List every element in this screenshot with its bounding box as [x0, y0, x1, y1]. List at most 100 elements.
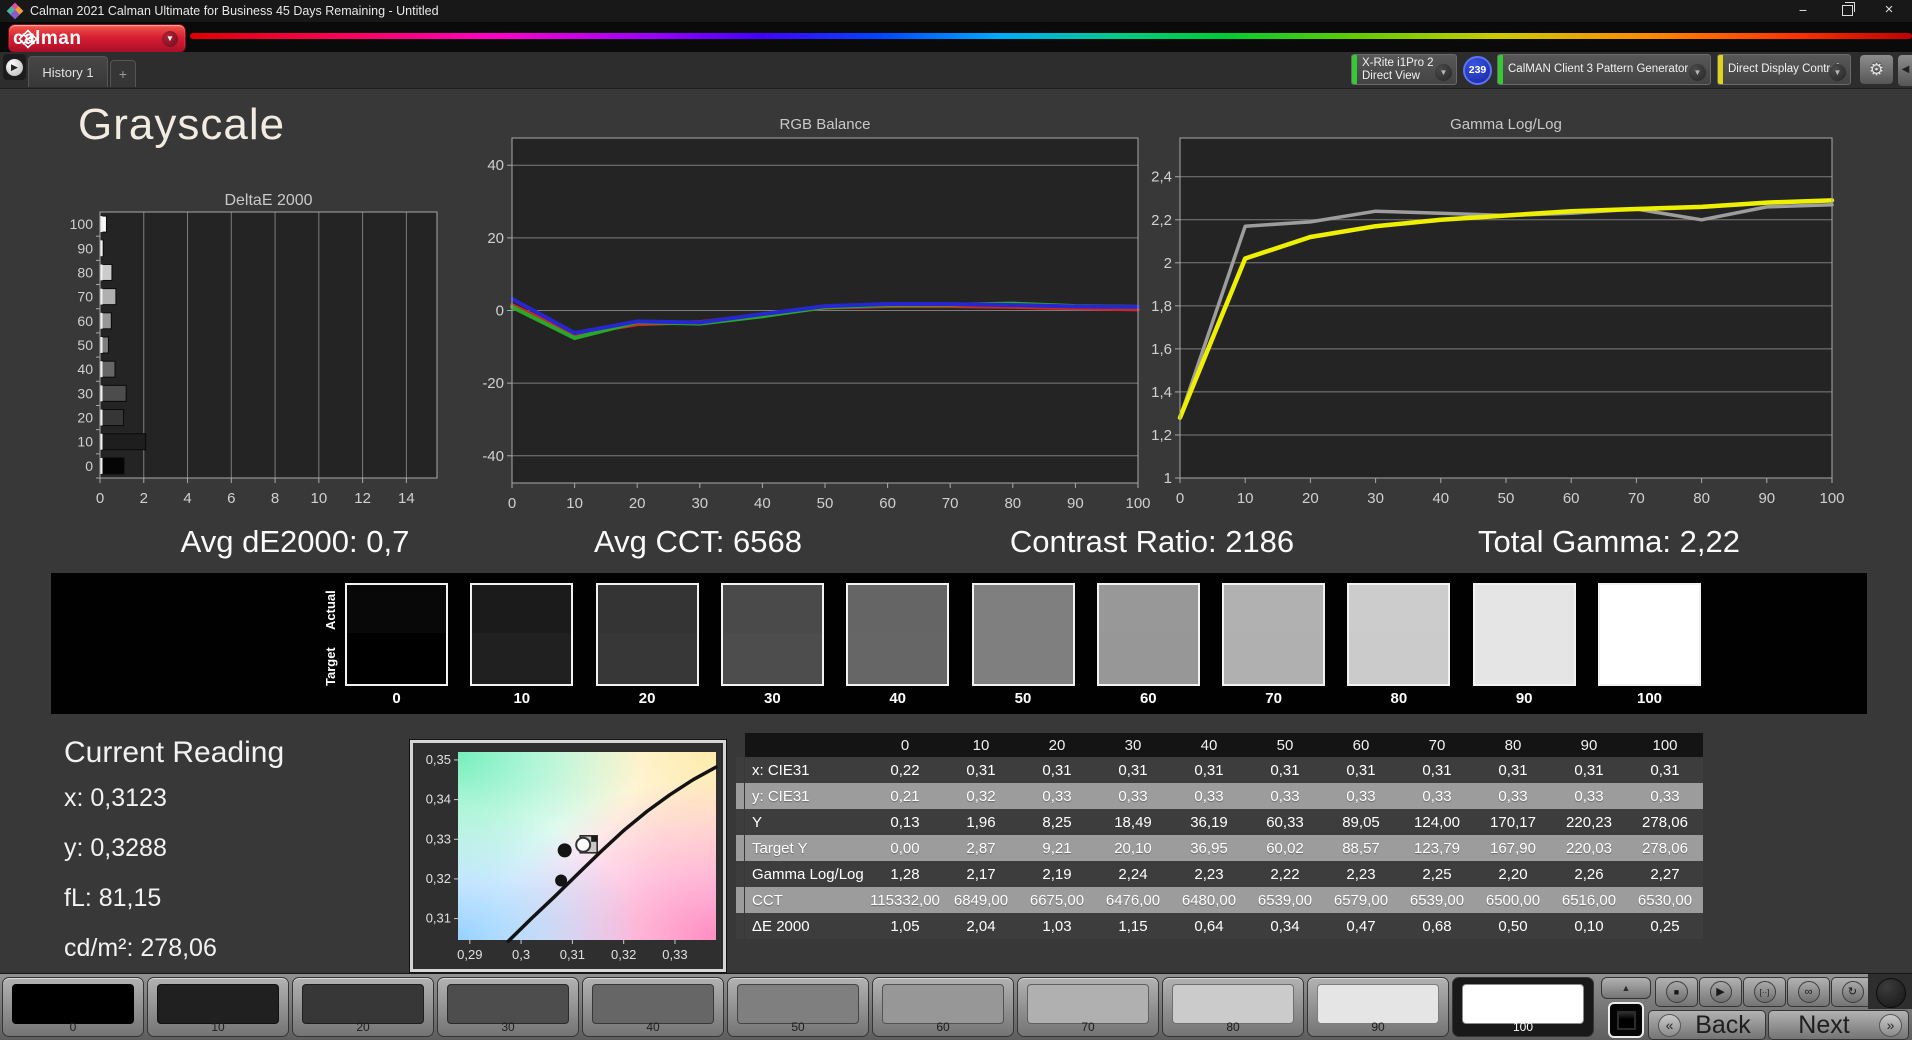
close-button[interactable]: × [1868, 0, 1910, 22]
tab-history-1[interactable]: History 1 [28, 56, 108, 87]
pattern-button-0[interactable]: 0 [2, 977, 144, 1037]
svg-text:70: 70 [77, 289, 93, 305]
calman-menu-button[interactable]: calman ▼ [8, 24, 186, 53]
gamma-log-log-line-chart: 2,4 2,2 2 1,8 1,6 1,4 1,2 10 10 20 30 40 50 60 70 80 90 1… [1151, 137, 1845, 507]
svg-text:50: 50 [817, 495, 834, 512]
swatch-level-label: 70 [1265, 690, 1282, 707]
stop-button[interactable]: ■ [1655, 977, 1698, 1007]
svg-text:0: 0 [85, 458, 93, 474]
svg-text:0,31: 0,31 [560, 947, 585, 962]
target-row-label: Target [323, 647, 338, 687]
pattern-label: 100 [1512, 1020, 1534, 1034]
pattern-generator-dropdown[interactable]: CalMAN Client 3 Pattern Generator ▼ [1497, 54, 1711, 85]
svg-text:40: 40 [754, 495, 771, 512]
step-button[interactable]: [··] [1743, 977, 1786, 1007]
table-cell: 1,03 [1042, 917, 1072, 935]
table-cell: 6516,00 [1561, 891, 1617, 909]
table-cell: 1,96 [966, 813, 996, 831]
meter-count-badge[interactable]: 239 [1463, 56, 1492, 85]
pattern-button-80[interactable]: 80 [1162, 977, 1304, 1037]
table-cell: 20,10 [1114, 839, 1152, 857]
column-header-60: 60 [1352, 736, 1370, 754]
table-row: CCT 115332,00 6849,00 6675,00 6476,00 6480,00… [745, 887, 1703, 913]
cie-chromaticity-chart: 0,35 0,34 0,33 0,32 0,31 0,29 0,3 0,31 0,32 0,33 [410, 740, 726, 972]
table-row: y: CIE31 0,21 0,32 0,33 0,33 0,33 0,33 0,33 0,33… [745, 783, 1703, 809]
meter-name: X-Rite i1Pro 2 Direct View [1362, 57, 1434, 82]
history-panel-toggle-button[interactable]: ▶ [3, 54, 26, 80]
pattern-button-90[interactable]: 90 [1307, 977, 1449, 1037]
pattern-button-60[interactable]: 60 [872, 977, 1014, 1037]
continuous-button[interactable]: ∞ [1787, 977, 1830, 1007]
svg-text:30: 30 [77, 385, 93, 401]
pattern-window-toggle-button[interactable] [1608, 1002, 1644, 1038]
swatch-target [472, 632, 572, 684]
settings-gear-button[interactable]: ⚙ [1859, 54, 1894, 85]
table-cell: 60,33 [1266, 813, 1304, 831]
swatch-level-label: 90 [1515, 690, 1533, 707]
pattern-label: 20 [356, 1020, 370, 1034]
table-row: ΔE 2000 1,05 2,04 1,03 1,15 0,64 0,34 0,47 0,68 0… [745, 913, 1703, 939]
pattern-button-50[interactable]: 50 [727, 977, 869, 1037]
status-indicator [1876, 978, 1906, 1008]
display-control-dropdown[interactable]: Direct Display Control ▼ [1717, 54, 1851, 85]
pattern-button-70[interactable]: 70 [1017, 977, 1159, 1037]
table-cell: 0,64 [1194, 917, 1224, 935]
pattern-button-20[interactable]: 20 [292, 977, 434, 1037]
column-header-70: 70 [1428, 736, 1446, 754]
svg-text:0,32: 0,32 [426, 871, 451, 886]
svg-text:1,8: 1,8 [1151, 298, 1172, 315]
spinner-up-button[interactable]: ▲ [1601, 977, 1651, 999]
swatch-target [1600, 632, 1699, 684]
svg-text:4: 4 [183, 490, 191, 507]
table-cell: 2,24 [1118, 865, 1148, 883]
back-button[interactable]: « Back [1648, 1010, 1766, 1040]
play-button[interactable]: ▶ [1699, 977, 1742, 1007]
table-cell: 60,02 [1266, 839, 1304, 857]
table-cell: 170,17 [1490, 813, 1536, 831]
svg-text:30: 30 [1367, 490, 1384, 507]
rainbow-spectrum-bar [190, 33, 1912, 39]
meter-dropdown[interactable]: X-Rite i1Pro 2 Direct View ▼ [1351, 54, 1457, 85]
restore-button[interactable] [1826, 0, 1868, 22]
column-header-90: 90 [1580, 736, 1598, 754]
pattern-label: 10 [211, 1020, 225, 1034]
svg-text:60: 60 [879, 495, 896, 512]
pattern-swatch [1317, 984, 1439, 1024]
swatch-target [848, 632, 948, 684]
svg-text:10: 10 [566, 495, 583, 512]
gutter-cell [736, 809, 744, 835]
calman-menu-chevron-icon: ▼ [162, 31, 178, 47]
table-cell: 2,22 [1270, 865, 1300, 883]
svg-text:0,33: 0,33 [426, 831, 451, 846]
swatch-70 [1222, 583, 1326, 686]
minimize-button[interactable]: − [1782, 0, 1824, 22]
collapse-panel-button[interactable]: ◀ [1897, 54, 1912, 87]
column-header-0: 0 [900, 736, 910, 754]
svg-text:10: 10 [77, 434, 93, 450]
pattern-swatch [882, 984, 1004, 1024]
actual-row-label: Actual [323, 590, 338, 630]
swatch-level-label: 20 [638, 690, 656, 707]
next-button[interactable]: Next » [1768, 1010, 1909, 1040]
table-cell: 6675,00 [1029, 891, 1085, 909]
svg-text:80: 80 [1004, 495, 1021, 512]
pattern-swatch [1462, 984, 1584, 1024]
pattern-button-40[interactable]: 40 [582, 977, 724, 1037]
swatch-actual [1474, 585, 1574, 633]
table-cell: 0,31 [1574, 761, 1604, 779]
table-cell: 0,13 [890, 813, 920, 831]
pattern-label: 80 [1226, 1020, 1240, 1034]
status-zone [1868, 974, 1912, 1009]
current-reading-panel: Current Reading x: 0,3123 y: 0,3288 fL: … [64, 736, 284, 984]
swatch-0 [345, 583, 448, 686]
pattern-button-30[interactable]: 30 [437, 977, 579, 1037]
swatch-60 [1096, 583, 1200, 686]
table-cell: 124,00 [1414, 813, 1460, 831]
step-icon: [··] [1753, 981, 1776, 1003]
add-tab-button[interactable]: + [110, 60, 136, 87]
pattern-button-100[interactable]: 100 [1452, 977, 1594, 1037]
svg-text:20: 20 [77, 410, 93, 426]
table-row: Y 0,13 1,96 8,25 18,49 36,19 60,33 89,05 124,00 1… [745, 809, 1703, 835]
pattern-button-10[interactable]: 10 [147, 977, 289, 1037]
swatch-level-label: 0 [392, 690, 401, 707]
